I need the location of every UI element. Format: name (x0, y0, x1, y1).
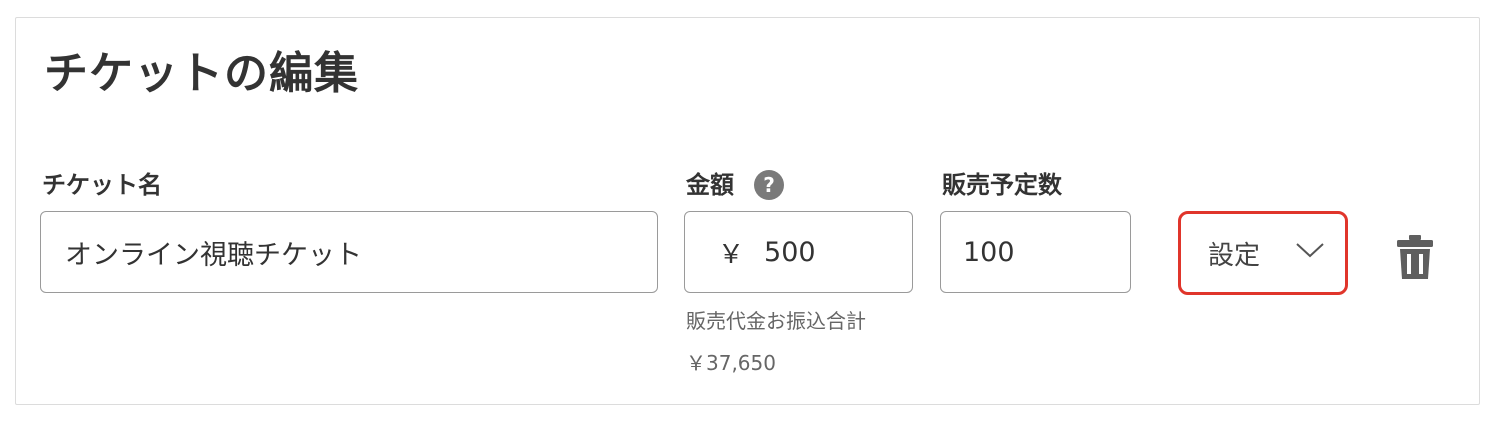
trash-icon[interactable] (1395, 233, 1435, 281)
settings-dropdown[interactable]: 設定 (1178, 211, 1348, 295)
planned-quantity-label: 販売予定数 (942, 171, 1062, 199)
planned-quantity-input[interactable] (963, 236, 1130, 268)
price-field[interactable]: ￥ (684, 211, 913, 293)
ticket-edit-card: チケットの編集 チケット名 金額 ? ￥ 販売代金お振込合計 ￥37,650 販… (15, 17, 1480, 405)
planned-quantity-field[interactable] (940, 211, 1131, 293)
payout-total-value: ￥37,650 (686, 351, 776, 375)
page-title: チケットの編集 (44, 48, 359, 99)
help-icon[interactable]: ? (754, 170, 784, 200)
ticket-name-input[interactable] (65, 236, 657, 268)
ticket-name-field[interactable] (40, 211, 658, 293)
payout-total-label: 販売代金お振込合計 (686, 309, 866, 333)
chevron-down-icon (1296, 243, 1324, 258)
settings-label: 設定 (1208, 240, 1261, 271)
price-label: 金額 ? (686, 170, 784, 200)
ticket-name-label: チケット名 (42, 171, 162, 199)
price-input[interactable] (764, 236, 912, 268)
yen-symbol: ￥ (718, 239, 745, 270)
